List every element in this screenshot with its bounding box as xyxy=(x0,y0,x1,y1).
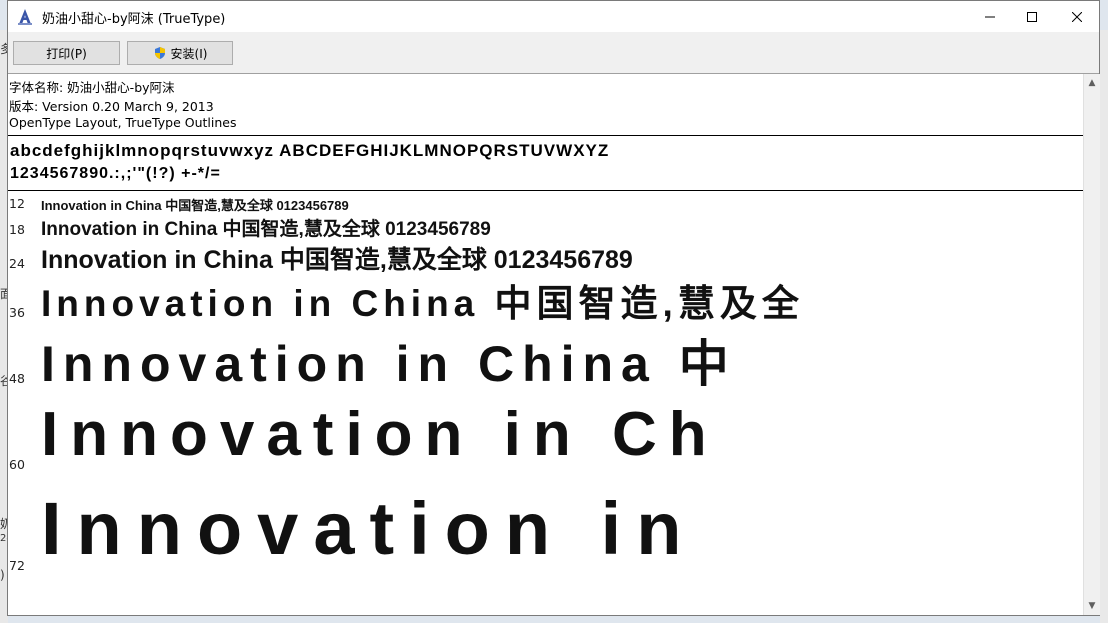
title-bar: 奶油小甜心-by阿沫 (TrueType) xyxy=(8,1,1099,32)
charset-digits: 1234567890.:,;'"(!?) +-*/= xyxy=(10,165,221,182)
size-label: 60 xyxy=(9,457,25,472)
maximize-icon xyxy=(1027,11,1037,22)
divider xyxy=(8,135,1083,136)
close-button[interactable] xyxy=(1054,1,1100,32)
size-label: 36 xyxy=(9,305,25,320)
sample-line-72: Innovation in xyxy=(41,487,697,570)
size-label: 48 xyxy=(9,371,25,386)
install-button[interactable]: 安装(I) xyxy=(127,41,233,65)
maximize-button[interactable] xyxy=(1009,1,1055,32)
font-app-icon xyxy=(16,8,34,26)
font-preview-content: 字体名称: 奶油小甜心-by阿沫 版本: Version 0.20 March … xyxy=(8,74,1083,614)
scroll-down-arrow-icon[interactable]: ▼ xyxy=(1084,597,1100,614)
minimize-button[interactable] xyxy=(967,1,1013,32)
font-outlines-line: OpenType Layout, TrueType Outlines xyxy=(9,115,237,130)
font-version-line: 版本: Version 0.20 March 9, 2013 xyxy=(9,99,214,114)
divider xyxy=(8,190,1083,191)
size-label: 12 xyxy=(9,196,25,211)
sample-line-24: Innovation in China 中国智造,慧及全球 0123456789 xyxy=(41,246,633,274)
bg-fragment: ) xyxy=(0,568,5,582)
sample-line-36: Innovation in China 中国智造,慧及全 xyxy=(41,283,804,324)
size-label: 18 xyxy=(9,222,25,237)
font-preview-window: 奶油小甜心-by阿沫 (TrueType) 打印(P) 安装(I) 字体名称: … xyxy=(7,0,1100,616)
sample-line-60: Innovation in Ch xyxy=(41,400,719,469)
minimize-icon xyxy=(985,16,995,17)
scroll-up-arrow-icon[interactable]: ▲ xyxy=(1084,74,1100,91)
uac-shield-icon xyxy=(154,47,165,59)
window-title: 奶油小甜心-by阿沫 (TrueType) xyxy=(42,12,226,27)
sample-line-48: Innovation in China 中 xyxy=(41,336,737,392)
toolbar: 打印(P) 安装(I) xyxy=(8,32,1099,74)
print-button[interactable]: 打印(P) xyxy=(13,41,120,65)
font-name-line: 字体名称: 奶油小甜心-by阿沫 xyxy=(9,80,175,95)
background-window-edge-right xyxy=(1100,30,1108,623)
charset-letters: abcdefghijklmnopqrstuvwxyz ABCDEFGHIJKLM… xyxy=(10,141,610,160)
sample-line-18: Innovation in China 中国智造,慧及全球 0123456789 xyxy=(41,219,491,240)
close-icon xyxy=(1072,11,1082,22)
print-button-label: 打印(P) xyxy=(46,46,87,61)
sample-line-12: Innovation in China 中国智造,慧及全球 0123456789 xyxy=(41,198,349,213)
vertical-scrollbar[interactable]: ▲ ▼ xyxy=(1083,74,1100,615)
install-button-label: 安装(I) xyxy=(170,46,208,61)
size-label: 72 xyxy=(9,558,25,573)
size-label: 24 xyxy=(9,256,25,271)
